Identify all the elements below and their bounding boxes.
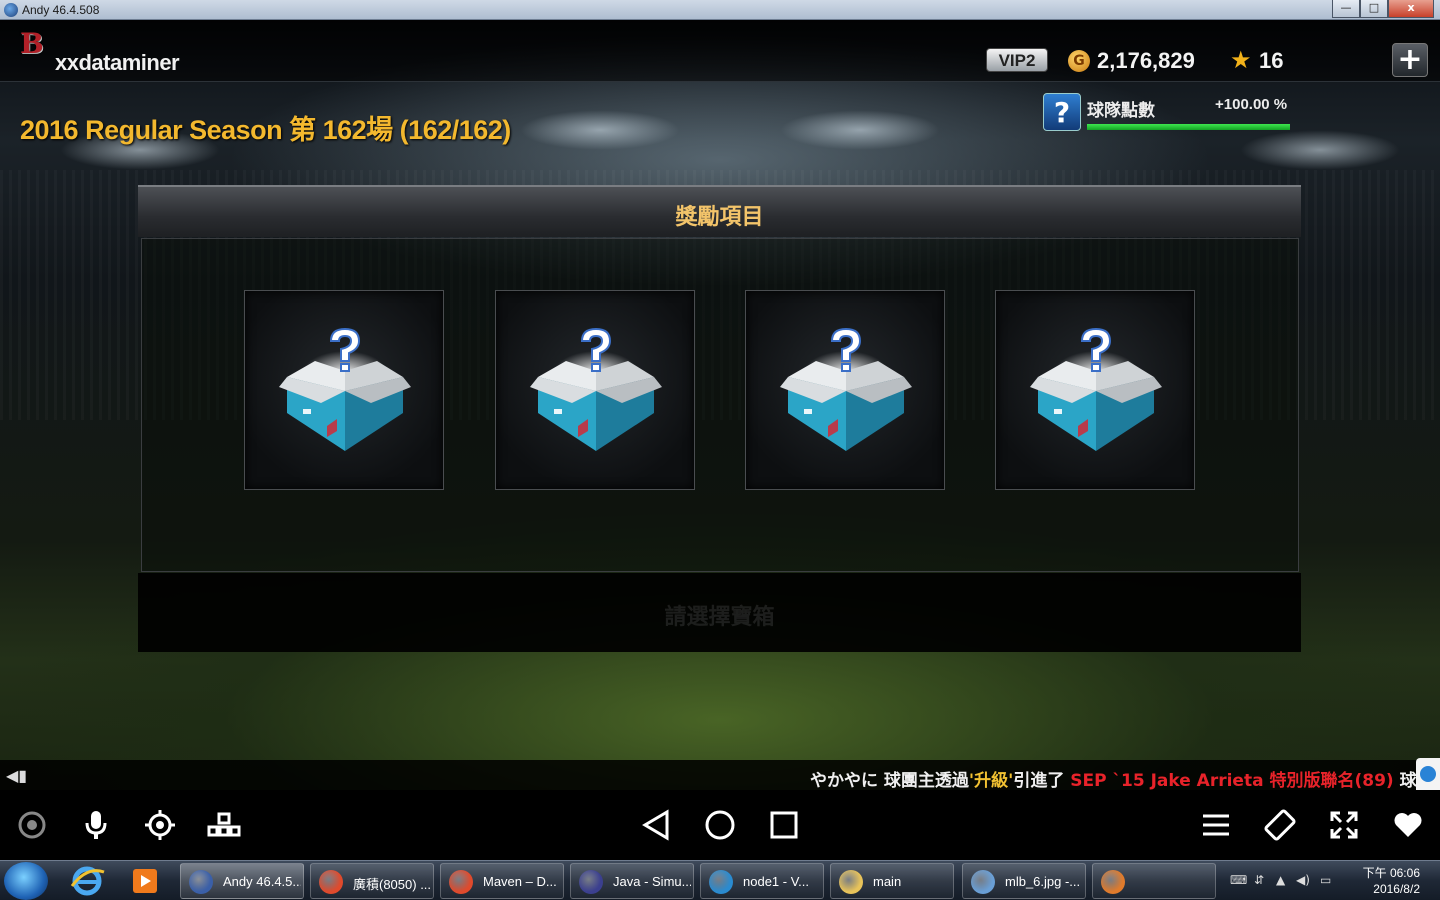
minimize-button[interactable]: — [1332,0,1360,18]
media-player-icon[interactable] [124,864,166,898]
speaker-icon: ◀▮ [6,766,28,785]
screen: Andy 46.4.508 — □ x B xxdataminer VIP2 G… [0,0,1440,900]
folder-icon [839,870,863,894]
keyboard-icon[interactable]: ⌨ [1230,873,1247,887]
reward-card-2[interactable] [495,290,695,490]
taskbar-item-eclipse[interactable]: Java - Simu... [570,863,694,899]
show-hidden-icons[interactable]: ▲ [1276,873,1285,887]
team-points-value: +100.00 % [1215,96,1288,113]
andy-icon [189,870,213,894]
star-icon: ★ [1230,46,1252,74]
stadium-light [780,110,940,150]
internet-explorer-icon[interactable] [66,864,108,898]
clock-time: 下午 06:06 [1362,866,1420,880]
android-nav-bar [0,790,1440,860]
home-icon[interactable] [700,790,740,860]
team-points-bar [1087,124,1290,130]
apps-icon[interactable] [204,790,244,860]
taskbar-item-label: Maven – D... [483,874,557,889]
star-count: 16 [1259,48,1284,73]
team-points-bar-fill [1087,124,1290,130]
taskbar-item-andy[interactable]: Andy 46.4.5... [180,863,304,899]
choose-box-label: 請選擇寶箱 [664,605,775,630]
window-controls: — □ x [1332,0,1434,18]
network-icon[interactable]: ⇵ [1254,873,1264,887]
reward-panel-title: 獎勵項目 [675,205,764,230]
windows-taskbar: Andy 46.4.5... 廣積(8050) ... Maven – D...… [0,860,1440,900]
location-icon[interactable] [140,790,180,860]
start-button[interactable] [4,862,48,900]
mystery-box-icon [529,328,663,452]
season-title: 2016 Regular Season 第 162場 (162/162) [20,115,511,145]
action-center-icon[interactable]: ▭ [1320,873,1331,887]
taskbar-item-chrome-1[interactable]: 廣積(8050) ... [310,863,434,899]
system-tray: ⌨ ⇵ ▲ ◀) ▭ 下午 06:06 2016/8/2 [1220,861,1440,900]
ticker-part: SEP `15 Jake Arrieta 特別版聯名(89) [1070,771,1394,790]
mystery-box-icon [278,328,412,452]
recents-icon[interactable] [764,790,804,860]
team-logo[interactable]: B [20,27,44,60]
taskbar-item-java[interactable] [1092,863,1216,899]
clock-date: 2016/8/2 [1373,882,1420,896]
java-icon [1101,870,1125,894]
team-points-label: 球隊點數 [1087,101,1155,121]
window-title: Andy 46.4.508 [22,3,100,17]
taskbar-item-label: node1 - V... [743,874,810,889]
reward-card-1[interactable] [244,290,444,490]
mystery-box-icon [779,328,913,452]
reward-card-3[interactable] [745,290,945,490]
clock[interactable]: 下午 06:06 2016/8/2 [1363,865,1420,897]
volume-icon[interactable]: ◀) [1296,873,1310,887]
chrome-icon [449,870,473,894]
microphone-icon[interactable] [76,790,116,860]
fullscreen-icon[interactable] [1324,790,1364,860]
taskbar-item-paint[interactable]: mlb_6.jpg -... [962,863,1086,899]
taskbar-item-label: Andy 46.4.5... [223,874,301,889]
game-header [0,20,1440,82]
window-titlebar[interactable]: Andy 46.4.508 — □ x [0,0,1440,20]
reward-card-4[interactable] [995,290,1195,490]
camera-icon[interactable] [12,790,52,860]
taskbar-item-chrome-2[interactable]: Maven – D... [440,863,564,899]
ticker-part: '升級' [968,771,1014,790]
stadium-light [1240,130,1400,170]
paint-icon [971,870,995,894]
taskbar-item-label: main [873,874,902,889]
taskbar-item-label: Java - Simu... [613,874,691,889]
maximize-button[interactable]: □ [1360,0,1388,18]
heart-icon[interactable] [1388,790,1428,860]
taskbar-item-label: mlb_6.jpg -... [1005,874,1081,889]
back-icon[interactable] [636,790,676,860]
andy-app-icon [4,3,18,17]
menu-icon[interactable] [1196,790,1236,860]
eclipse-icon [579,870,603,894]
virtualbox-icon [709,870,733,894]
chrome-icon [319,870,343,894]
help-icon[interactable]: ? [1043,93,1081,131]
ticker-part: 引進了 [1013,771,1071,790]
taskbar-item-label: 廣積(8050) ... [353,877,431,892]
reward-panel-footer: 請選擇寶箱 [138,573,1301,652]
rotate-icon[interactable] [1260,790,1300,860]
stadium-light [520,110,680,150]
coin-balance: 2,176,829 [1097,48,1195,73]
reward-panel-header: 獎勵項目 [138,185,1301,237]
coin-icon: G [1068,50,1090,72]
username: xxdataminer [55,50,180,75]
mystery-box-icon [1029,328,1163,452]
ticker-part: やかやに 球團主透過 [810,771,969,790]
vip-badge[interactable]: VIP2 [986,48,1048,72]
news-ticker: ◀▮ やかやに 球團主透過'升級'引進了 SEP `15 Jake Arriet… [0,760,1440,790]
close-button[interactable]: x [1388,0,1434,18]
taskbar-item-virtualbox[interactable]: node1 - V... [700,863,824,899]
ticker-message: やかやに 球團主透過'升級'引進了 SEP `15 Jake Arrieta 特… [810,766,1434,790]
side-tab-icon [1420,766,1436,782]
taskbar-item-folder[interactable]: main [830,863,954,899]
add-currency-button[interactable]: + [1392,43,1428,77]
